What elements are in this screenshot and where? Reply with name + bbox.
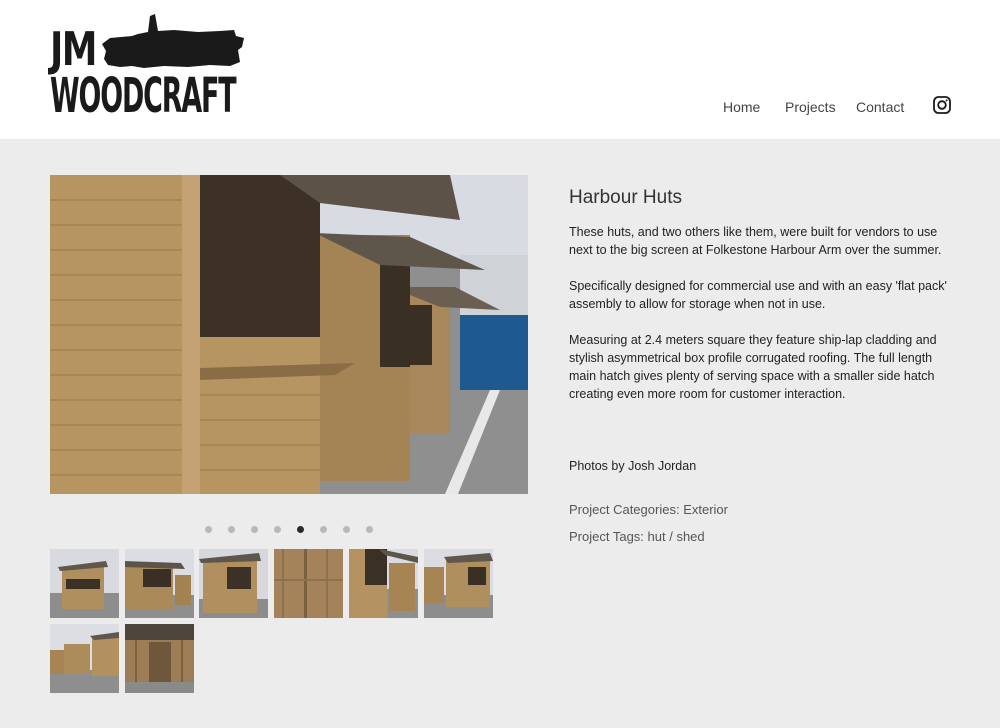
slide-dot[interactable] bbox=[366, 526, 373, 533]
gallery-thumbnail[interactable] bbox=[125, 549, 194, 618]
category-link-exterior[interactable]: Exterior bbox=[683, 502, 728, 517]
gallery-thumbnail[interactable] bbox=[50, 624, 119, 693]
categories-label: Project Categories: bbox=[569, 502, 680, 517]
slide-dot[interactable] bbox=[274, 526, 281, 533]
logo-text-woodcraft: WOODCRAFT bbox=[50, 68, 237, 124]
nav-home[interactable]: Home bbox=[723, 99, 760, 115]
slide-dot[interactable] bbox=[320, 526, 327, 533]
huts-photo-image bbox=[50, 175, 528, 494]
main-project-photo[interactable] bbox=[50, 175, 528, 494]
photo-credit: Photos by Josh Jordan bbox=[569, 459, 697, 473]
gallery-thumbnail[interactable] bbox=[199, 549, 268, 618]
project-tags: Project Tags: hut / shed bbox=[569, 529, 705, 544]
tag-links[interactable]: hut / shed bbox=[648, 529, 705, 544]
project-categories: Project Categories: Exterior bbox=[569, 502, 728, 517]
project-description-1: These huts, and two others like them, we… bbox=[569, 225, 942, 257]
nav-contact[interactable]: Contact bbox=[856, 99, 904, 115]
slide-dot[interactable] bbox=[343, 526, 350, 533]
instagram-icon[interactable] bbox=[933, 96, 951, 114]
gallery-thumbnail[interactable] bbox=[274, 549, 343, 618]
nav-projects[interactable]: Projects bbox=[785, 99, 836, 115]
slide-dot[interactable] bbox=[228, 526, 235, 533]
slide-dot[interactable] bbox=[205, 526, 212, 533]
project-description-2: Specifically designed for commercial use… bbox=[569, 279, 947, 311]
tags-label: Project Tags: bbox=[569, 529, 644, 544]
project-description-3: Measuring at 2.4 meters square they feat… bbox=[569, 333, 937, 401]
logo-text-jm: JM bbox=[50, 22, 97, 76]
gallery-thumbnail[interactable] bbox=[125, 624, 194, 693]
gallery-thumbnail[interactable] bbox=[50, 549, 119, 618]
site-header: JM WOODCRAFT Home Projects Contact bbox=[0, 0, 1000, 139]
slide-dot-active[interactable] bbox=[297, 526, 304, 533]
gallery-thumbnail[interactable] bbox=[424, 549, 493, 618]
project-title: Harbour Huts bbox=[569, 187, 682, 208]
gallery-thumbnail[interactable] bbox=[349, 549, 418, 618]
log-icon bbox=[102, 14, 244, 68]
site-logo[interactable]: JM WOODCRAFT bbox=[50, 14, 244, 120]
slide-dot[interactable] bbox=[251, 526, 258, 533]
